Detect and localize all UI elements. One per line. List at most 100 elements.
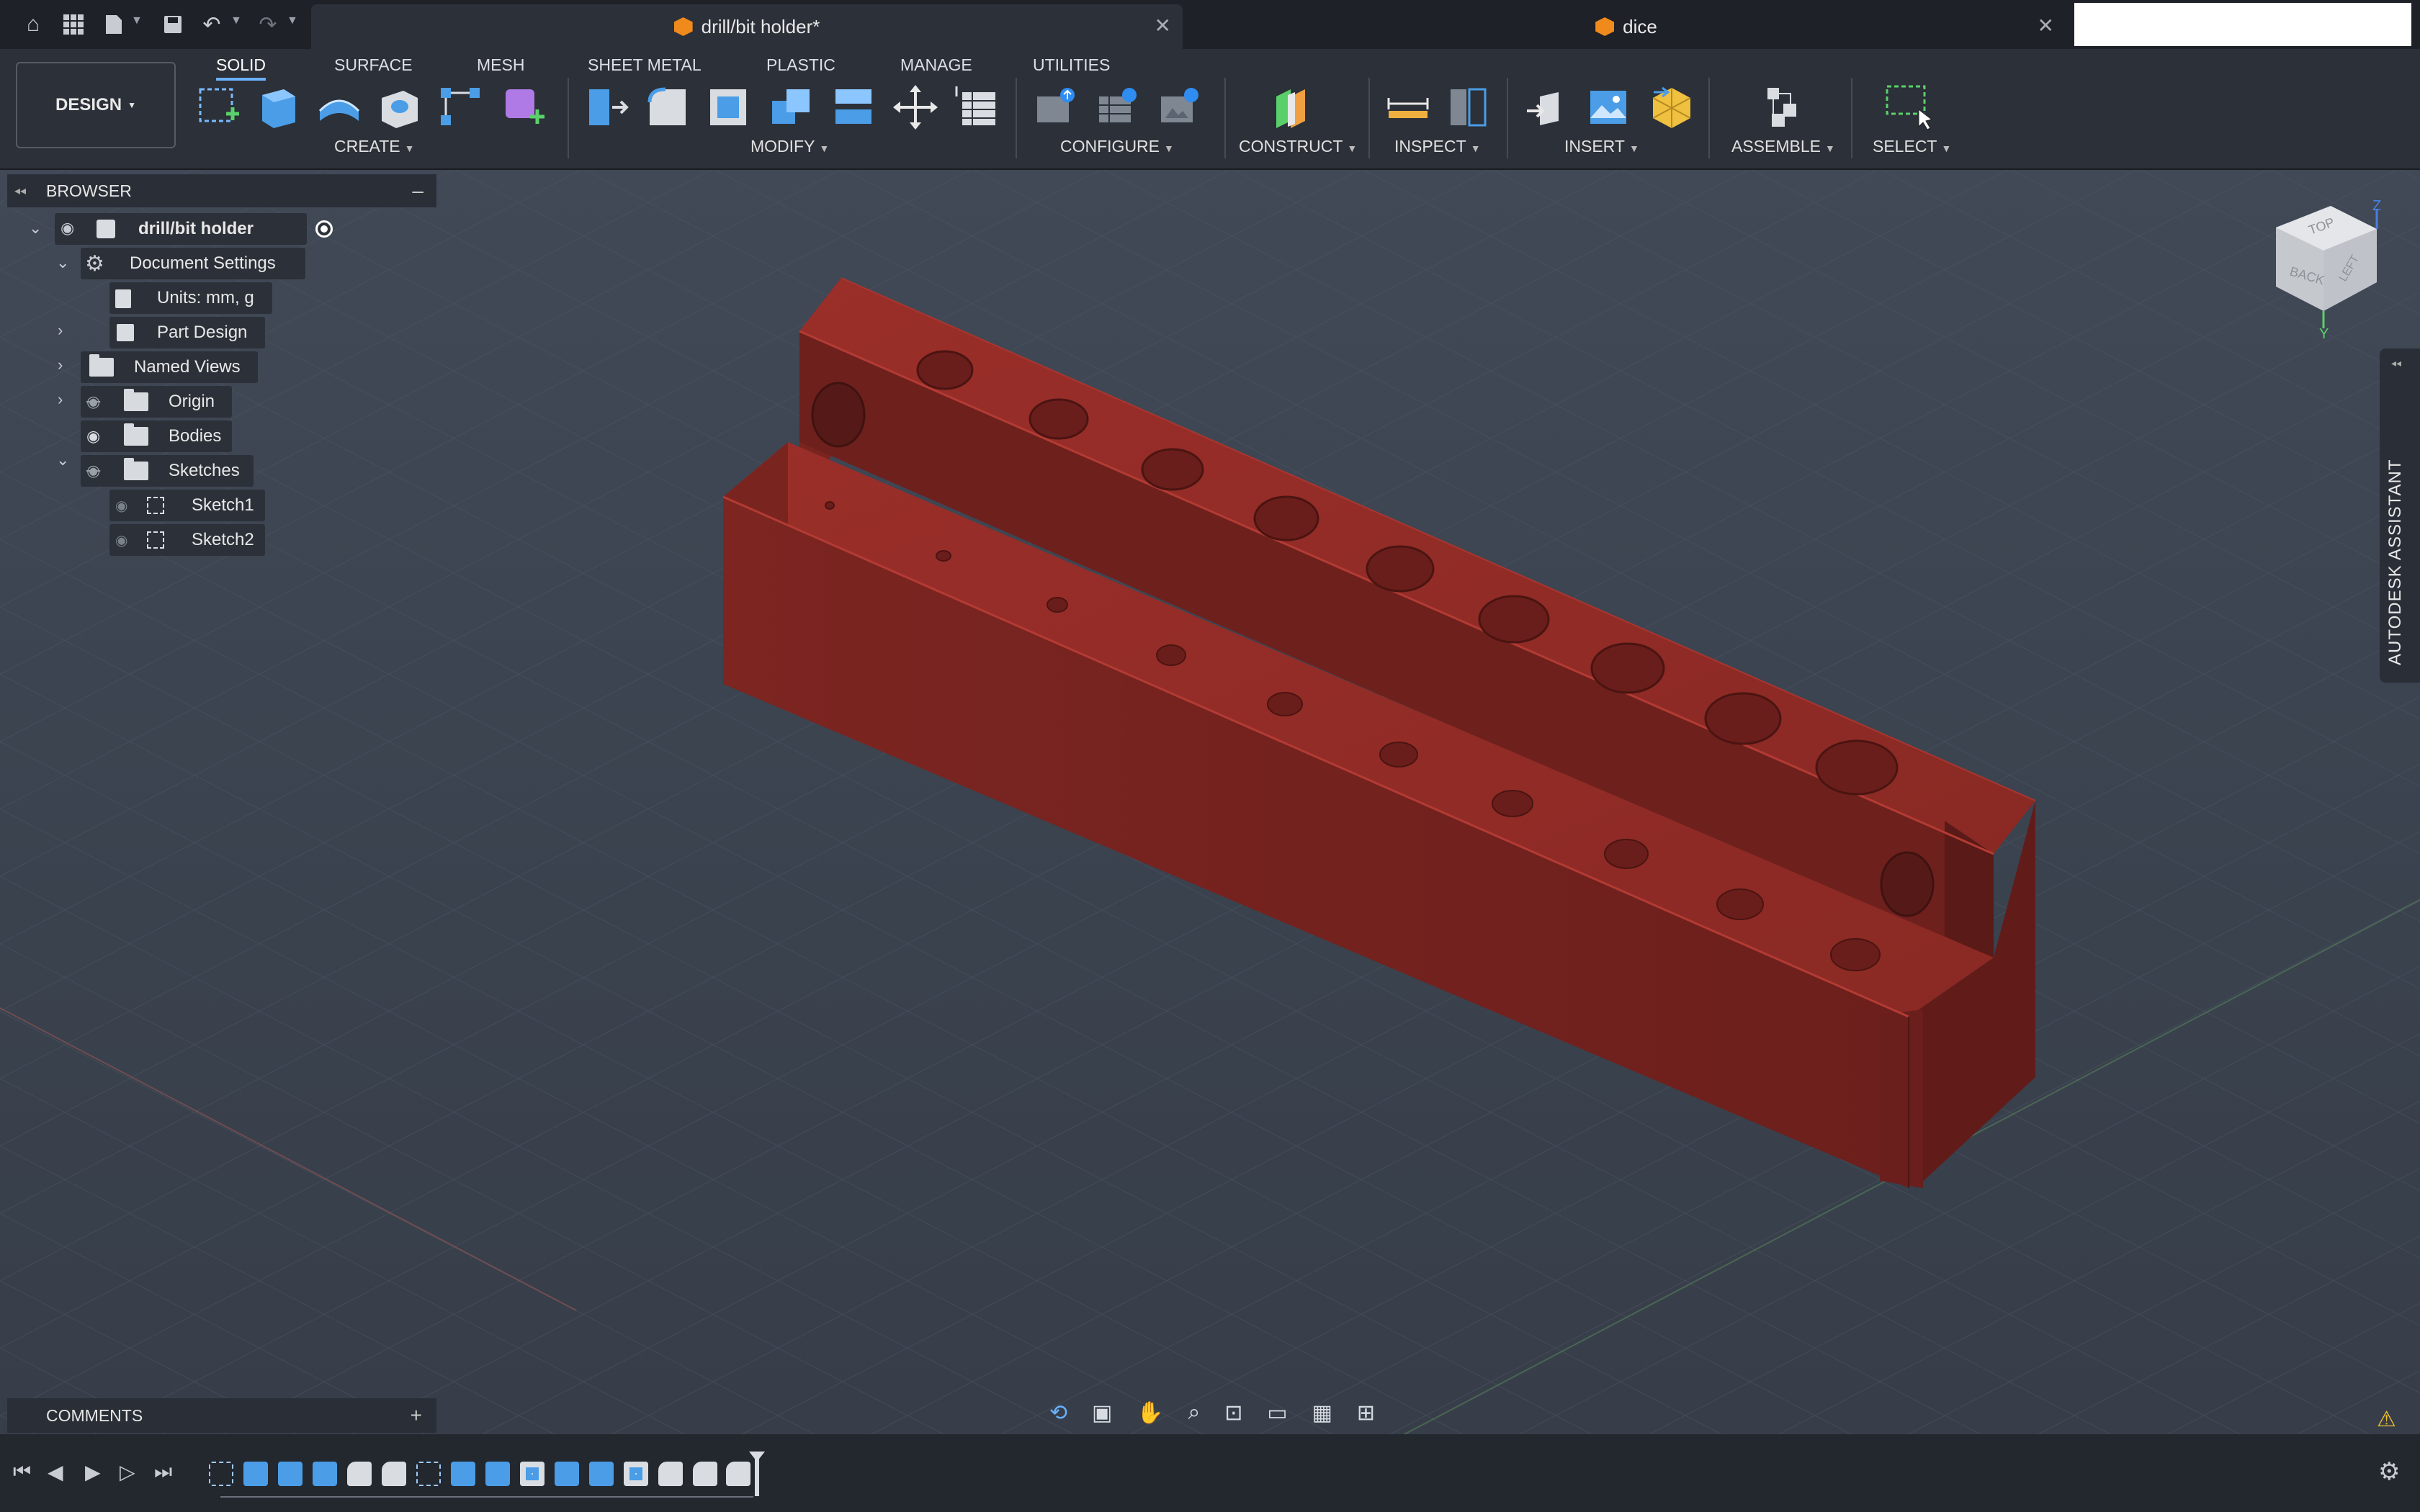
browser-header[interactable]: ◂◂ BROWSER – [7, 174, 436, 207]
tab-manage[interactable]: MANAGE [900, 49, 972, 81]
step-back-icon[interactable]: ◀ [48, 1460, 63, 1484]
expand-icon[interactable]: ◂◂ [2391, 357, 2401, 369]
select-menu[interactable]: SELECT ▼ [1873, 137, 1951, 156]
configure-menu[interactable]: CONFIGURE ▼ [1060, 137, 1174, 156]
zoom-icon[interactable]: ⌕ [1188, 1400, 1201, 1425]
timeline-fillet[interactable] [726, 1462, 750, 1486]
timeline-fillet[interactable] [347, 1462, 372, 1486]
tree-sketch2[interactable]: ◉ Sketch2 [109, 524, 265, 556]
chevron-down-icon[interactable]: ▼ [131, 14, 143, 27]
home-icon[interactable]: ⌂ [17, 9, 49, 40]
tab-utilities[interactable]: UTILITIES [1033, 49, 1110, 81]
offset-plane-icon[interactable] [1266, 82, 1317, 132]
tree-origin[interactable]: ◉ Origin [81, 386, 232, 418]
shell-icon[interactable] [703, 82, 753, 132]
save-icon[interactable] [157, 9, 189, 40]
timeline-extrude[interactable] [589, 1462, 614, 1486]
chevron-down-icon[interactable]: ▼ [287, 14, 298, 27]
extrude-icon[interactable] [254, 82, 304, 132]
configure-theme-icon[interactable] [1155, 82, 1206, 132]
configure-rows-icon[interactable] [1093, 82, 1144, 132]
workspace-switcher[interactable]: DESIGN ▼ [16, 62, 176, 148]
chevron-down-icon[interactable]: ⌄ [56, 253, 69, 272]
pattern-icon[interactable] [436, 82, 487, 132]
split-body-icon[interactable] [828, 82, 879, 132]
configure-table-icon[interactable] [1031, 82, 1082, 132]
settings-icon[interactable]: ⚙ [2378, 1457, 2400, 1486]
section-analysis-icon[interactable] [1443, 82, 1494, 132]
chevron-down-icon[interactable]: ▼ [230, 14, 242, 27]
eye-hidden-icon[interactable]: ◉ [115, 497, 127, 515]
viewports-icon[interactable]: ⊞ [1357, 1400, 1375, 1426]
tree-units[interactable]: Units: mm, g [109, 282, 272, 314]
tab-drill-bit-holder[interactable]: drill/bit holder* ✕ [311, 4, 1183, 49]
go-to-end-icon[interactable]: ⏭ [154, 1460, 172, 1484]
timeline-extrude[interactable] [243, 1462, 268, 1486]
insert-canvas-icon[interactable] [1583, 82, 1634, 132]
tree-document-settings[interactable]: ⚙ Document Settings [81, 248, 305, 279]
tab-solid[interactable]: SOLID [216, 49, 266, 81]
combine-icon[interactable] [766, 82, 817, 132]
insert-mesh-icon[interactable] [1646, 82, 1697, 132]
hole-icon[interactable] [375, 82, 425, 132]
warning-icon[interactable]: ⚠ [2377, 1407, 2396, 1432]
timeline-hole[interactable] [520, 1462, 544, 1486]
timeline-hole[interactable] [624, 1462, 648, 1486]
comments-panel[interactable]: COMMENTS + [7, 1398, 436, 1433]
revolve-icon[interactable] [314, 82, 364, 132]
chevron-right-icon[interactable]: › [58, 356, 63, 374]
select-icon[interactable] [1883, 82, 1933, 132]
parameters-icon[interactable] [952, 82, 1003, 132]
tab-dice[interactable]: dice ✕ [1187, 4, 2066, 49]
tree-part-design[interactable]: Part Design [109, 317, 265, 348]
timeline-sketch[interactable] [209, 1462, 233, 1486]
chevron-right-icon[interactable]: › [58, 321, 63, 340]
insert-derive-icon[interactable] [1523, 82, 1573, 132]
undo-icon[interactable]: ↶ [196, 9, 228, 40]
activate-icon[interactable] [315, 220, 333, 238]
timeline-fillet[interactable] [693, 1462, 717, 1486]
modify-menu[interactable]: MODIFY ▼ [750, 137, 829, 156]
timeline-extrude[interactable] [555, 1462, 579, 1486]
timeline-extrude[interactable] [313, 1462, 337, 1486]
timeline-fillet[interactable] [382, 1462, 406, 1486]
canvas-viewport[interactable]: TOP BACK LEFT Z Y [0, 170, 2420, 1434]
eye-hidden-icon[interactable]: ◉ [86, 392, 100, 411]
grid-icon[interactable] [58, 9, 89, 40]
chevron-right-icon[interactable]: › [58, 390, 63, 409]
tree-root[interactable]: ◉ drill/bit holder [55, 213, 333, 245]
eye-hidden-icon[interactable]: ◉ [115, 531, 127, 549]
press-pull-icon[interactable] [581, 82, 631, 132]
step-forward-icon[interactable]: ▷ [120, 1460, 135, 1484]
fillet-icon[interactable] [642, 82, 693, 132]
timeline-extrude[interactable] [278, 1462, 302, 1486]
assistant-panel-tab[interactable]: ◂◂ AUTODESK ASSISTANT [2380, 348, 2420, 683]
tree-sketch1[interactable]: ◉ Sketch1 [109, 490, 265, 521]
tree-bodies[interactable]: ◉ Bodies [81, 420, 232, 452]
inspect-menu[interactable]: INSPECT ▼ [1394, 137, 1481, 156]
account-area[interactable] [2074, 3, 2411, 46]
collapse-panel-icon[interactable]: ◂◂ [14, 184, 26, 198]
add-comment-icon[interactable]: + [411, 1404, 422, 1427]
redo-icon[interactable]: ↷ [252, 9, 284, 40]
close-icon[interactable]: ✕ [1155, 16, 1171, 36]
model-canvas[interactable]: TOP BACK LEFT Z Y [0, 170, 2420, 1434]
minimize-icon[interactable]: – [412, 179, 424, 202]
timeline-fillet[interactable] [658, 1462, 683, 1486]
timeline-extrude[interactable] [485, 1462, 510, 1486]
chevron-down-icon[interactable]: ⌄ [29, 219, 42, 238]
eye-hidden-icon[interactable]: ◉ [86, 462, 100, 480]
insert-menu[interactable]: INSERT ▼ [1564, 137, 1639, 156]
tree-named-views[interactable]: Named Views [81, 351, 258, 383]
go-to-start-icon[interactable]: ⏮ [13, 1460, 31, 1484]
chevron-down-icon[interactable]: ⌄ [56, 451, 69, 469]
timeline-marker[interactable] [749, 1452, 765, 1496]
measure-icon[interactable] [1383, 82, 1433, 132]
eye-icon[interactable]: ◉ [60, 219, 74, 238]
timeline-sketch[interactable] [416, 1462, 441, 1486]
tab-surface[interactable]: SURFACE [334, 49, 413, 81]
tree-sketches[interactable]: ◉ Sketches [81, 455, 254, 487]
timeline-extrude[interactable] [451, 1462, 475, 1486]
orbit-icon[interactable]: ⟲ [1049, 1400, 1067, 1426]
tab-mesh[interactable]: MESH [477, 49, 524, 81]
